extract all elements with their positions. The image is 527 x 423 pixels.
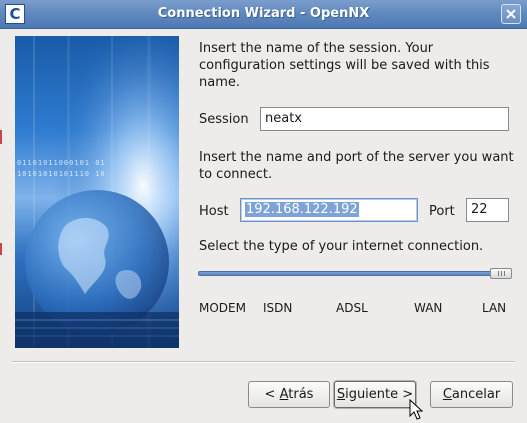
background-edge-mark <box>0 130 2 144</box>
tick-modem: MODEM <box>199 301 246 315</box>
host-label: Host <box>199 204 229 219</box>
session-label: Session <box>199 112 249 127</box>
port-label: Port <box>429 204 455 219</box>
title-bar[interactable]: C Connection Wizard - OpenNX <box>0 0 527 29</box>
background-edge-mark <box>0 243 2 255</box>
connection-speed-slider[interactable] <box>198 271 510 276</box>
wizard-banner-image: 01101011000101 01 10101010101110 10 <box>15 36 179 348</box>
binary-decoration: 01101011000101 01 10101010101110 10 <box>17 158 106 180</box>
tick-lan: LAN <box>482 301 507 315</box>
close-button[interactable] <box>501 4 521 24</box>
connection-wizard-window: C Connection Wizard - OpenNX 01101011000… <box>0 0 527 423</box>
tick-isdn: ISDN <box>263 301 293 315</box>
tick-adsl: ADSL <box>336 301 368 315</box>
cancel-button-rest: ancelar <box>451 387 501 402</box>
back-button[interactable]: < Atrás <box>248 381 330 408</box>
button-separator <box>12 361 515 363</box>
next-button-mnemonic: S <box>336 387 346 402</box>
port-input[interactable]: 22 <box>466 198 509 222</box>
globe-illustration <box>15 36 179 348</box>
back-button-rest: trás <box>288 387 314 402</box>
slider-handle[interactable] <box>490 268 512 279</box>
server-description: Insert the name and port of the server y… <box>199 150 514 182</box>
host-input-value: 192.168.122.192 <box>245 202 359 217</box>
session-description: Insert the name of the session. Your con… <box>199 41 490 90</box>
close-icon <box>506 9 516 19</box>
mouse-pointer-icon <box>409 399 424 420</box>
cancel-button[interactable]: Cancelar <box>430 381 513 408</box>
back-button-mnemonic: A <box>279 387 289 402</box>
next-button[interactable]: Siguiente > <box>334 381 416 408</box>
tick-wan: WAN <box>414 301 443 315</box>
back-button-prefix: < <box>264 387 280 402</box>
session-input[interactable]: neatx <box>260 107 509 131</box>
cancel-button-mnemonic: C <box>442 387 452 402</box>
next-button-rest: iguiente <box>345 387 399 402</box>
host-input[interactable]: 192.168.122.192 <box>240 198 418 222</box>
binary-line-2: 10101010101110 10 <box>17 170 106 178</box>
window-title: Connection Wizard - OpenNX <box>157 6 370 21</box>
binary-line-1: 01101011000101 01 <box>17 159 106 167</box>
connection-type-prompt: Select the type of your internet connect… <box>199 239 484 254</box>
